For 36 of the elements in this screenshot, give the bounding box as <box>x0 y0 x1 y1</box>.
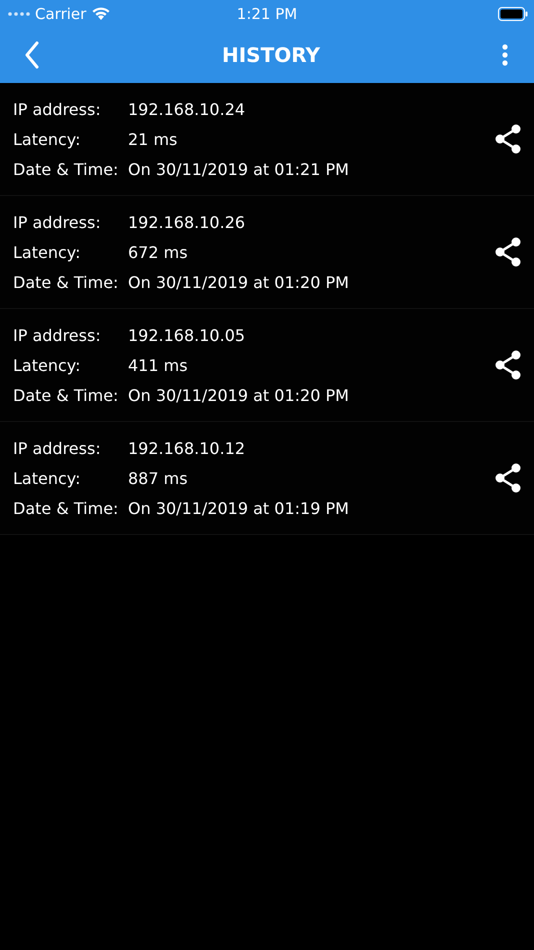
field-value: On 30/11/2019 at 01:20 PM <box>128 386 349 404</box>
share-icon[interactable] <box>494 463 522 493</box>
field-label: IP address: <box>13 100 102 118</box>
field-value: 672 ms <box>128 242 188 262</box>
field-value: On 30/11/2019 at 01:21 PM <box>128 160 349 178</box>
wifi-icon <box>91 6 112 21</box>
field-label: Latency: <box>13 130 82 148</box>
share-icon[interactable] <box>494 237 522 267</box>
field-value: On 30/11/2019 at 01:19 PM <box>128 498 349 518</box>
field-label: Latency: <box>13 242 82 262</box>
field-label: IP address: <box>13 326 102 344</box>
carrier-name: Carrier <box>35 4 86 22</box>
field-value: 192.168.10.12 <box>128 438 246 458</box>
battery-icon <box>498 6 528 20</box>
status-time: 1:21 PM <box>236 4 298 22</box>
field-label: Date & Time: <box>13 272 120 292</box>
field-label: Latency: <box>13 356 82 374</box>
field-value: 411 ms <box>128 356 188 374</box>
field-value: 192.168.10.24 <box>128 100 246 118</box>
field-value: On 30/11/2019 at 01:20 PM <box>128 272 349 292</box>
field-label: Date & Time: <box>13 386 120 404</box>
field-value: 21 ms <box>128 130 178 148</box>
back-icon[interactable] <box>24 41 40 69</box>
screen-title: HISTORY <box>222 43 320 67</box>
field-label: Latency: <box>13 468 82 488</box>
share-icon[interactable] <box>494 350 522 380</box>
more-icon[interactable] <box>502 44 508 66</box>
signal-icon <box>8 12 30 16</box>
field-label: IP address: <box>13 212 102 232</box>
field-value: 192.168.10.26 <box>128 212 246 232</box>
field-label: Date & Time: <box>13 160 120 178</box>
field-value: 887 ms <box>128 468 188 488</box>
field-label: IP address: <box>13 438 102 458</box>
field-label: Date & Time: <box>13 498 120 518</box>
field-value: 192.168.10.05 <box>128 326 246 344</box>
share-icon[interactable] <box>494 124 522 154</box>
